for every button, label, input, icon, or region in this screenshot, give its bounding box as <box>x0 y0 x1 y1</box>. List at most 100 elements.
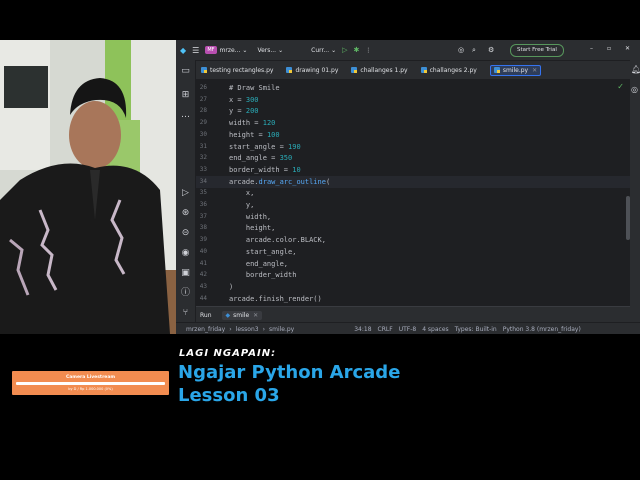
editor-tab[interactable]: challanges 2.py <box>420 66 477 74</box>
debug-icon[interactable]: ✱ <box>354 46 360 54</box>
run-icon[interactable]: ▷ <box>342 46 347 54</box>
more-icon[interactable]: ⋮ <box>365 47 371 54</box>
run-tab[interactable]: ◆ smile ✕ <box>221 310 263 320</box>
python-file-icon <box>201 67 207 73</box>
code-text: start_angle, <box>229 247 297 256</box>
line-number: 33 <box>199 165 207 173</box>
code-number: 300 <box>245 95 259 104</box>
start-free-trial-button[interactable]: Start Free Trial <box>510 44 564 57</box>
stream-overlay: Camera Livestream by D / Rp 1.000.000 (0… <box>0 334 640 480</box>
code-text: x, <box>229 189 255 198</box>
python-file-icon: ◆ <box>225 311 231 319</box>
project-badge: MF <box>205 46 217 54</box>
editor-tab-label: testing rectangles.py <box>210 66 274 74</box>
minimize-icon[interactable]: – <box>590 45 593 52</box>
folder-icon[interactable]: ▭ <box>180 66 191 77</box>
python-file-icon <box>351 67 358 73</box>
code-editor[interactable]: ✓ 26 # Draw Smile 27 x = 300 28 y = 200 29 widt… <box>196 80 630 306</box>
code-variable: end_angle <box>229 154 267 163</box>
close-icon[interactable]: ✕ <box>625 45 630 52</box>
code-line: 36 y, <box>196 199 630 211</box>
run-panel-label: Run <box>200 311 212 319</box>
run-config-selector[interactable]: Curr... ⌄ <box>311 47 336 54</box>
terminal-icon[interactable]: ▣ <box>180 268 191 279</box>
python-console-icon[interactable]: ⊝ <box>180 228 191 239</box>
close-tab-icon[interactable]: ✕ <box>532 67 537 74</box>
line-number: 41 <box>199 259 207 267</box>
types-setting[interactable]: Types: Built-in <box>455 326 497 333</box>
python-interpreter[interactable]: Python 3.8 (mrzen_friday) <box>503 326 581 333</box>
editor-tab[interactable]: smile.py ✕ <box>489 64 542 76</box>
services-icon[interactable]: ◉ <box>180 248 191 259</box>
code-line: 31 start_angle = 190 <box>196 141 630 153</box>
chevron-down-icon: ⌄ <box>242 46 248 54</box>
line-number: 43 <box>199 282 207 290</box>
line-number: 39 <box>199 236 207 244</box>
line-number: 36 <box>199 201 207 208</box>
code-line: 43) <box>196 281 630 293</box>
ide-window: ◆ ☰ MF mrze... ⌄ Vers... ⌄ Curr... ⌄ ▷ ✱… <box>176 40 640 335</box>
git-icon[interactable]: ⑂ <box>180 308 191 319</box>
livestream-progress-bar <box>16 382 165 385</box>
overlay-label: LAGI NGAPAIN: <box>179 348 277 359</box>
code-line: 29 width = 120 <box>196 117 630 129</box>
line-number: 27 <box>199 95 207 103</box>
search-icon[interactable]: ⌕ <box>472 46 476 55</box>
main-menu-icon[interactable]: ☰ <box>192 46 199 55</box>
breadcrumb-file[interactable]: smile.py <box>269 326 294 333</box>
problems-icon[interactable]: ⓘ <box>180 288 191 299</box>
title-bar: ◆ ☰ MF mrze... ⌄ Vers... ⌄ Curr... ⌄ ▷ ✱… <box>176 40 640 60</box>
chevron-right-icon: › <box>262 325 265 333</box>
line-separator[interactable]: CRLF <box>378 326 393 333</box>
right-tool-strip: 🔔︎ ◎ <box>630 60 640 322</box>
editor-tab-label: drawing 01.py <box>295 66 339 74</box>
line-number: 38 <box>199 224 207 232</box>
ai-assistant-side-icon[interactable]: ◎ <box>631 85 638 94</box>
more-tools-icon[interactable]: … <box>180 110 191 121</box>
run-tool-icon[interactable]: ▷ <box>180 188 191 199</box>
breadcrumb-project[interactable]: mrzen_friday <box>186 326 225 333</box>
editor-tab-label: challanges 2.py <box>429 66 477 74</box>
editor-tab[interactable]: challanges 1.py <box>351 67 408 74</box>
line-number: 29 <box>199 119 207 127</box>
chevron-right-icon: › <box>229 325 232 333</box>
notifications-icon[interactable]: 🔔︎ <box>631 65 640 74</box>
overlay-heading-line2: Lesson 03 <box>178 385 280 406</box>
python-file-icon <box>420 67 427 73</box>
settings-icon[interactable]: ⚙ <box>488 46 494 54</box>
code-line: 38 height, <box>196 222 630 234</box>
vcs-label: Vers... <box>257 46 277 54</box>
code-text: width = 120 <box>229 119 276 128</box>
code-text: end_angle, <box>229 259 289 268</box>
code-line: 35 x, <box>196 187 630 199</box>
line-number: 26 <box>199 84 207 91</box>
run-config-label: Curr... <box>311 46 330 54</box>
python-packages-icon[interactable]: ⊛ <box>180 208 191 219</box>
close-icon[interactable]: ✕ <box>253 312 258 319</box>
project-name: mrze... <box>219 46 241 54</box>
breadcrumb-folder[interactable]: lesson3 <box>236 326 259 333</box>
code-variable: start_angle <box>229 142 276 151</box>
editor-tab[interactable]: drawing 01.py <box>286 67 338 74</box>
file-encoding[interactable]: UTF-8 <box>399 326 417 333</box>
code-line: 28 y = 200 <box>196 105 630 117</box>
chevron-down-icon: ⌄ <box>278 46 284 54</box>
code-line: 39 arcade.color.BLACK, <box>196 234 630 246</box>
webcam-feed <box>0 40 176 334</box>
caret-position[interactable]: 34:18 <box>354 326 371 333</box>
code-variable: height <box>229 130 255 139</box>
structure-icon[interactable]: ⊞ <box>180 90 191 101</box>
vcs-selector[interactable]: Vers... ⌄ <box>257 47 283 54</box>
ai-assistant-icon[interactable]: ◎ <box>458 46 464 54</box>
app-logo-icon: ◆ <box>180 45 187 55</box>
maximize-icon[interactable]: ▫ <box>607 45 611 52</box>
code-text: # Draw Smile <box>229 84 280 92</box>
editor-tab[interactable]: testing rectangles.py <box>201 67 273 74</box>
project-selector[interactable]: MF mrze... ⌄ <box>205 46 247 54</box>
livestream-banner: Camera Livestream by D / Rp 1.000.000 (0… <box>12 371 169 395</box>
line-number: 44 <box>199 294 207 302</box>
python-file-icon <box>493 67 500 73</box>
indent-setting[interactable]: 4 spaces <box>422 326 448 333</box>
code-line: 37 width, <box>196 211 630 223</box>
code-text: height, <box>229 224 276 233</box>
